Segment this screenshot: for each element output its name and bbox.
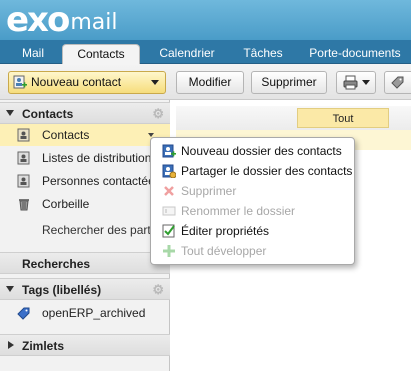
app-tab-bar: Mail Contacts Calendrier Tâches Porte-do… — [0, 40, 411, 64]
sidebar-section-tags[interactable]: Tags (libellés) ⚙ — [0, 278, 170, 300]
menu-item-expand-all: Tout développer — [151, 241, 354, 261]
collapse-triangle-icon[interactable] — [6, 286, 14, 292]
sidebar-section-zimlets[interactable]: Zimlets — [0, 334, 170, 356]
expand-triangle-icon[interactable] — [8, 341, 14, 349]
chevron-down-icon — [151, 80, 159, 85]
tab-tasks[interactable]: Tâches — [233, 44, 293, 64]
menu-item-label: Supprimer — [181, 184, 237, 198]
sidebar-item-contacts[interactable]: Contacts — [0, 124, 170, 146]
filter-all-button[interactable]: Tout — [297, 108, 389, 128]
sidebar-section-searches[interactable]: Recherches — [0, 252, 170, 274]
logo-mail: mail — [70, 10, 118, 35]
tab-calendar[interactable]: Calendrier — [148, 44, 226, 64]
sidebar-item-trash[interactable]: Corbeille — [0, 193, 170, 215]
menu-item-delete: Supprimer — [151, 181, 354, 201]
app-logo: exomail — [6, 3, 118, 37]
tab-contacts[interactable]: Contacts — [62, 44, 140, 64]
section-title: Zimlets — [22, 339, 65, 353]
menu-item-share-folder[interactable]: Partager le dossier des contacts — [151, 161, 354, 181]
menu-item-label: Tout développer — [181, 244, 267, 258]
collapse-triangle-icon[interactable] — [6, 110, 14, 116]
section-title: Tags (libellés) — [22, 283, 102, 297]
expand-all-icon — [163, 245, 175, 257]
menu-item-label: Renommer le dossier — [181, 204, 296, 218]
sidebar-item-distribution-lists[interactable]: Listes de distribution — [0, 147, 170, 169]
delete-x-icon — [164, 186, 174, 196]
menu-item-rename: Renommer le dossier — [151, 201, 354, 221]
tab-mail[interactable]: Mail — [8, 44, 58, 64]
new-contact-icon — [13, 75, 27, 89]
sidebar-item-label: openERP_archived — [42, 306, 146, 320]
address-book-icon — [17, 128, 30, 142]
edit-properties-icon — [162, 224, 175, 238]
sidebar-item-label: Personnes contactées — [42, 174, 161, 188]
printer-icon — [343, 75, 358, 90]
chevron-down-icon — [362, 80, 370, 85]
menu-item-label: Partager le dossier des contacts — [181, 164, 353, 178]
tag-icon — [391, 76, 404, 89]
logo-exo: exo — [6, 0, 70, 40]
share-folder-icon — [162, 164, 176, 178]
gear-icon[interactable]: ⚙ — [152, 106, 164, 122]
menu-item-label: Nouveau dossier des contacts — [181, 144, 342, 158]
people-icon — [17, 174, 30, 188]
print-button[interactable] — [336, 71, 376, 94]
alphabet-filter-bar: Tout — [176, 106, 411, 130]
tab-briefcase[interactable]: Porte-documents — [300, 44, 410, 64]
delete-button[interactable]: Supprimer — [251, 71, 327, 94]
menu-item-new-folder[interactable]: Nouveau dossier des contacts — [151, 141, 354, 161]
section-title: Recherches — [22, 257, 91, 271]
menu-item-label: Éditer propriétés — [181, 224, 270, 238]
gear-icon[interactable]: ⚙ — [152, 282, 164, 298]
list-icon — [17, 151, 30, 165]
sidebar-item-label: Corbeille — [42, 197, 90, 211]
new-contact-label: Nouveau contact — [31, 75, 122, 89]
section-title: Contacts — [22, 107, 74, 121]
sidebar-section-contacts[interactable]: Contacts ⚙ — [0, 102, 170, 124]
toolbar: Nouveau contact Modifier Supprimer — [0, 64, 411, 100]
new-contact-button[interactable]: Nouveau contact — [8, 71, 166, 94]
sidebar-item-label: Listes de distribution — [42, 151, 152, 165]
modify-button[interactable]: Modifier — [176, 71, 244, 94]
tag-icon — [17, 307, 30, 320]
sidebar-item-tag-openerp[interactable]: openERP_archived — [0, 302, 170, 324]
new-folder-icon — [162, 144, 176, 158]
menu-item-edit-properties[interactable]: Éditer propriétés — [151, 221, 354, 241]
trash-icon — [19, 199, 29, 211]
folder-context-menu: Nouveau dossier des contacts Partager le… — [150, 137, 355, 265]
app-header: exomail — [0, 0, 411, 40]
rename-icon — [162, 206, 176, 216]
sidebar: Contacts ⚙ Contacts Listes de distributi… — [0, 100, 177, 371]
sidebar-item-label: Contacts — [42, 128, 90, 142]
sidebar-item-contacted[interactable]: Personnes contactées — [0, 170, 170, 192]
tag-button[interactable] — [384, 71, 411, 94]
